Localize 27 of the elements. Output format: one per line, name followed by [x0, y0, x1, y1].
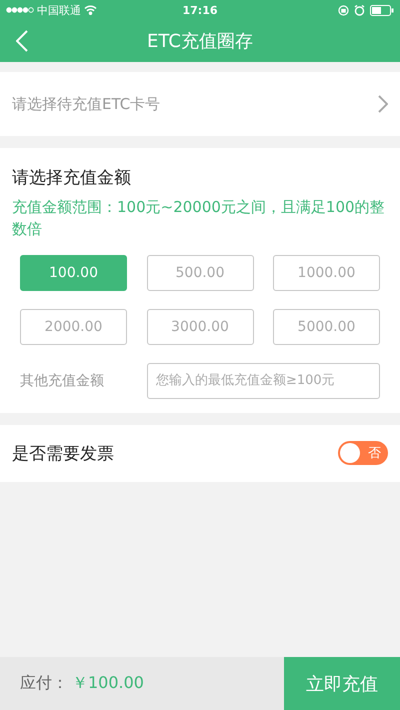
other-amount-label: 其他充值金额 [20, 372, 105, 390]
amount-option[interactable]: 1000.00 [273, 254, 380, 290]
rotation-lock-icon [338, 4, 350, 16]
chevron-right-icon [378, 95, 388, 113]
signal-icon [6, 7, 34, 13]
amount-option[interactable]: 3000.00 [146, 308, 254, 344]
amount-hint: 充值金额范围：100元~20000元之间，且满足100的整数倍 [12, 197, 386, 240]
amount-option[interactable]: 500.00 [146, 254, 254, 290]
wifi-icon [84, 5, 97, 15]
section-title: 请选择充值金额 [12, 167, 132, 189]
recharge-button[interactable]: 立即充值 [284, 657, 400, 710]
page-title: ETC充值圈存 [146, 30, 254, 53]
invoice-toggle[interactable]: 否 [338, 441, 388, 465]
invoice-label: 是否需要发票 [12, 442, 114, 464]
card-placeholder: 请选择待充值ETC卡号 [12, 94, 160, 114]
amount-option[interactable]: 100.00 [20, 254, 127, 290]
payable-label: 应付： [20, 673, 68, 694]
other-amount-field[interactable]: 您输入的最低充值金额≥100元 [147, 362, 380, 398]
status-time: 17:16 [182, 4, 218, 16]
alarm-icon [354, 4, 366, 16]
battery-icon [370, 4, 394, 16]
carrier-name: 中国联通 [37, 2, 81, 18]
chevron-left-icon [16, 30, 28, 52]
card-picker[interactable]: 请选择待充值ETC卡号 [0, 72, 400, 136]
amount-option[interactable]: 5000.00 [273, 308, 380, 344]
amount-option[interactable]: 2000.00 [20, 308, 127, 344]
payable-amount: ￥100.00 [72, 673, 144, 694]
